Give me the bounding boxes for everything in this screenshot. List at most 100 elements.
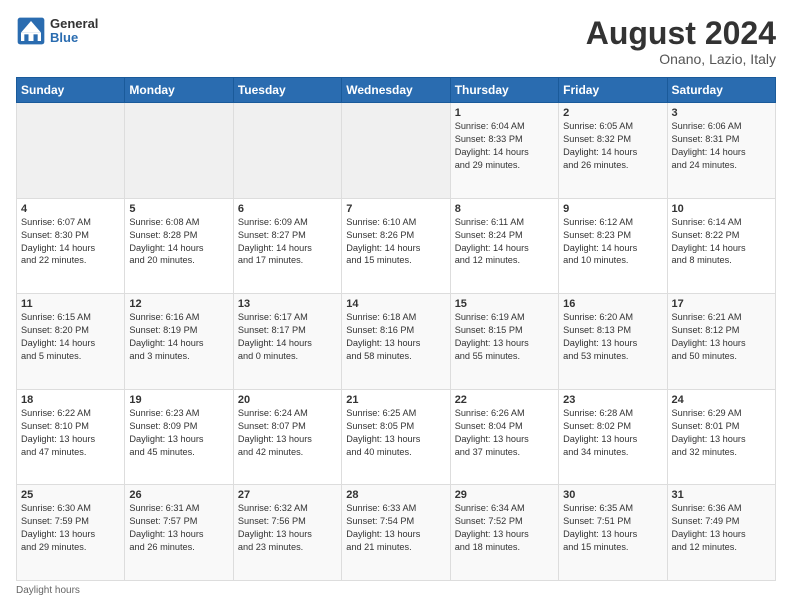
- logo-blue-text: Blue: [50, 31, 98, 45]
- day-info: Sunrise: 6:09 AM Sunset: 8:27 PM Dayligh…: [238, 216, 337, 268]
- calendar-header-saturday: Saturday: [667, 78, 775, 103]
- calendar-header-thursday: Thursday: [450, 78, 558, 103]
- calendar-cell: [233, 103, 341, 199]
- day-number: 17: [672, 298, 771, 310]
- day-info: Sunrise: 6:25 AM Sunset: 8:05 PM Dayligh…: [346, 407, 445, 459]
- calendar-cell: [342, 103, 450, 199]
- header: General Blue August 2024 Onano, Lazio, I…: [16, 16, 776, 67]
- day-info: Sunrise: 6:07 AM Sunset: 8:30 PM Dayligh…: [21, 216, 120, 268]
- main-title: August 2024: [586, 16, 776, 51]
- day-number: 27: [238, 489, 337, 501]
- day-number: 28: [346, 489, 445, 501]
- day-number: 7: [346, 203, 445, 215]
- day-info: Sunrise: 6:24 AM Sunset: 8:07 PM Dayligh…: [238, 407, 337, 459]
- day-info: Sunrise: 6:34 AM Sunset: 7:52 PM Dayligh…: [455, 502, 554, 554]
- day-number: 16: [563, 298, 662, 310]
- calendar-cell: 26Sunrise: 6:31 AM Sunset: 7:57 PM Dayli…: [125, 485, 233, 581]
- calendar-cell: 1Sunrise: 6:04 AM Sunset: 8:33 PM Daylig…: [450, 103, 558, 199]
- calendar-cell: 28Sunrise: 6:33 AM Sunset: 7:54 PM Dayli…: [342, 485, 450, 581]
- day-info: Sunrise: 6:23 AM Sunset: 8:09 PM Dayligh…: [129, 407, 228, 459]
- day-number: 29: [455, 489, 554, 501]
- calendar-cell: 5Sunrise: 6:08 AM Sunset: 8:28 PM Daylig…: [125, 198, 233, 294]
- calendar-cell: 3Sunrise: 6:06 AM Sunset: 8:31 PM Daylig…: [667, 103, 775, 199]
- calendar-header-monday: Monday: [125, 78, 233, 103]
- day-number: 9: [563, 203, 662, 215]
- day-info: Sunrise: 6:19 AM Sunset: 8:15 PM Dayligh…: [455, 311, 554, 363]
- day-number: 19: [129, 394, 228, 406]
- day-info: Sunrise: 6:14 AM Sunset: 8:22 PM Dayligh…: [672, 216, 771, 268]
- calendar-cell: 24Sunrise: 6:29 AM Sunset: 8:01 PM Dayli…: [667, 389, 775, 485]
- footer-note: Daylight hours: [16, 585, 776, 596]
- calendar-cell: 8Sunrise: 6:11 AM Sunset: 8:24 PM Daylig…: [450, 198, 558, 294]
- calendar-week-row: 18Sunrise: 6:22 AM Sunset: 8:10 PM Dayli…: [17, 389, 776, 485]
- sub-title: Onano, Lazio, Italy: [586, 51, 776, 67]
- day-number: 26: [129, 489, 228, 501]
- calendar-cell: 25Sunrise: 6:30 AM Sunset: 7:59 PM Dayli…: [17, 485, 125, 581]
- day-info: Sunrise: 6:28 AM Sunset: 8:02 PM Dayligh…: [563, 407, 662, 459]
- calendar-cell: 7Sunrise: 6:10 AM Sunset: 8:26 PM Daylig…: [342, 198, 450, 294]
- day-number: 14: [346, 298, 445, 310]
- day-info: Sunrise: 6:36 AM Sunset: 7:49 PM Dayligh…: [672, 502, 771, 554]
- calendar-cell: 2Sunrise: 6:05 AM Sunset: 8:32 PM Daylig…: [559, 103, 667, 199]
- day-info: Sunrise: 6:21 AM Sunset: 8:12 PM Dayligh…: [672, 311, 771, 363]
- calendar-cell: 15Sunrise: 6:19 AM Sunset: 8:15 PM Dayli…: [450, 294, 558, 390]
- day-info: Sunrise: 6:12 AM Sunset: 8:23 PM Dayligh…: [563, 216, 662, 268]
- day-info: Sunrise: 6:06 AM Sunset: 8:31 PM Dayligh…: [672, 120, 771, 172]
- day-number: 2: [563, 107, 662, 119]
- calendar-header-friday: Friday: [559, 78, 667, 103]
- day-info: Sunrise: 6:29 AM Sunset: 8:01 PM Dayligh…: [672, 407, 771, 459]
- calendar-cell: 9Sunrise: 6:12 AM Sunset: 8:23 PM Daylig…: [559, 198, 667, 294]
- day-number: 11: [21, 298, 120, 310]
- day-info: Sunrise: 6:31 AM Sunset: 7:57 PM Dayligh…: [129, 502, 228, 554]
- logo: General Blue: [16, 16, 98, 46]
- day-number: 13: [238, 298, 337, 310]
- calendar-cell: 11Sunrise: 6:15 AM Sunset: 8:20 PM Dayli…: [17, 294, 125, 390]
- calendar-cell: 13Sunrise: 6:17 AM Sunset: 8:17 PM Dayli…: [233, 294, 341, 390]
- calendar-cell: 17Sunrise: 6:21 AM Sunset: 8:12 PM Dayli…: [667, 294, 775, 390]
- logo-general-text: General: [50, 17, 98, 31]
- day-info: Sunrise: 6:17 AM Sunset: 8:17 PM Dayligh…: [238, 311, 337, 363]
- day-info: Sunrise: 6:32 AM Sunset: 7:56 PM Dayligh…: [238, 502, 337, 554]
- page: General Blue August 2024 Onano, Lazio, I…: [0, 0, 792, 612]
- footer-note-text: Daylight hours: [16, 585, 80, 596]
- day-info: Sunrise: 6:04 AM Sunset: 8:33 PM Dayligh…: [455, 120, 554, 172]
- calendar-cell: 12Sunrise: 6:16 AM Sunset: 8:19 PM Dayli…: [125, 294, 233, 390]
- day-info: Sunrise: 6:10 AM Sunset: 8:26 PM Dayligh…: [346, 216, 445, 268]
- calendar-week-row: 25Sunrise: 6:30 AM Sunset: 7:59 PM Dayli…: [17, 485, 776, 581]
- calendar-cell: 31Sunrise: 6:36 AM Sunset: 7:49 PM Dayli…: [667, 485, 775, 581]
- day-number: 18: [21, 394, 120, 406]
- day-info: Sunrise: 6:15 AM Sunset: 8:20 PM Dayligh…: [21, 311, 120, 363]
- calendar-week-row: 4Sunrise: 6:07 AM Sunset: 8:30 PM Daylig…: [17, 198, 776, 294]
- day-info: Sunrise: 6:22 AM Sunset: 8:10 PM Dayligh…: [21, 407, 120, 459]
- day-number: 3: [672, 107, 771, 119]
- day-number: 21: [346, 394, 445, 406]
- calendar-cell: 19Sunrise: 6:23 AM Sunset: 8:09 PM Dayli…: [125, 389, 233, 485]
- title-block: August 2024 Onano, Lazio, Italy: [586, 16, 776, 67]
- calendar-cell: 21Sunrise: 6:25 AM Sunset: 8:05 PM Dayli…: [342, 389, 450, 485]
- calendar-cell: 22Sunrise: 6:26 AM Sunset: 8:04 PM Dayli…: [450, 389, 558, 485]
- calendar-cell: [125, 103, 233, 199]
- logo-icon: [16, 16, 46, 46]
- calendar-header-sunday: Sunday: [17, 78, 125, 103]
- day-number: 20: [238, 394, 337, 406]
- day-number: 12: [129, 298, 228, 310]
- calendar-header-row: SundayMondayTuesdayWednesdayThursdayFrid…: [17, 78, 776, 103]
- calendar-cell: 29Sunrise: 6:34 AM Sunset: 7:52 PM Dayli…: [450, 485, 558, 581]
- calendar-week-row: 11Sunrise: 6:15 AM Sunset: 8:20 PM Dayli…: [17, 294, 776, 390]
- day-info: Sunrise: 6:20 AM Sunset: 8:13 PM Dayligh…: [563, 311, 662, 363]
- day-number: 25: [21, 489, 120, 501]
- calendar-cell: 27Sunrise: 6:32 AM Sunset: 7:56 PM Dayli…: [233, 485, 341, 581]
- day-info: Sunrise: 6:05 AM Sunset: 8:32 PM Dayligh…: [563, 120, 662, 172]
- day-number: 24: [672, 394, 771, 406]
- day-number: 23: [563, 394, 662, 406]
- calendar-cell: 10Sunrise: 6:14 AM Sunset: 8:22 PM Dayli…: [667, 198, 775, 294]
- day-info: Sunrise: 6:08 AM Sunset: 8:28 PM Dayligh…: [129, 216, 228, 268]
- calendar-cell: 18Sunrise: 6:22 AM Sunset: 8:10 PM Dayli…: [17, 389, 125, 485]
- calendar-cell: 23Sunrise: 6:28 AM Sunset: 8:02 PM Dayli…: [559, 389, 667, 485]
- day-number: 1: [455, 107, 554, 119]
- calendar-week-row: 1Sunrise: 6:04 AM Sunset: 8:33 PM Daylig…: [17, 103, 776, 199]
- calendar-header-wednesday: Wednesday: [342, 78, 450, 103]
- day-number: 31: [672, 489, 771, 501]
- day-info: Sunrise: 6:16 AM Sunset: 8:19 PM Dayligh…: [129, 311, 228, 363]
- day-number: 22: [455, 394, 554, 406]
